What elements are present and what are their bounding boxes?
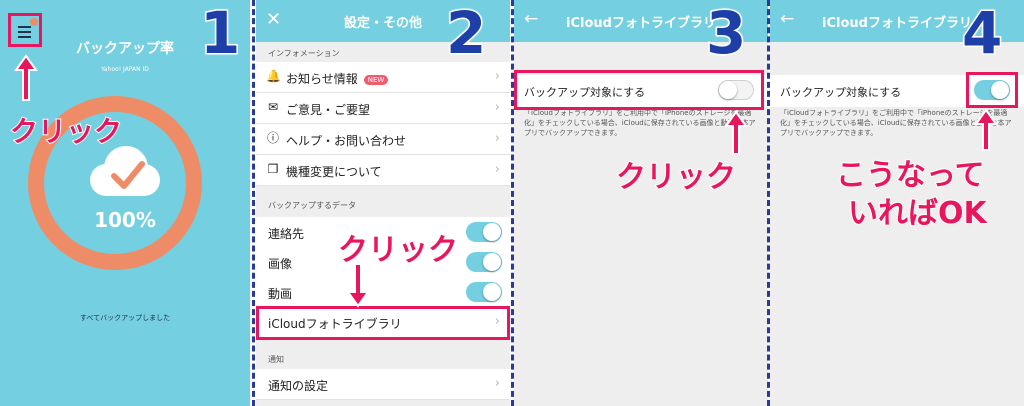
settings-item-news-label: お知らせ情報 NEW	[286, 70, 389, 87]
panel-divider	[767, 0, 770, 406]
settings-item-notifications-label: 通知の設定	[268, 379, 329, 393]
toggle-knob	[483, 223, 501, 241]
chevron-right-icon: ›	[494, 131, 500, 146]
backup-complete-text: すべてバックアップしました	[79, 314, 171, 322]
highlight-toggle-row	[514, 70, 764, 110]
section-header-info: インフォメーション	[268, 49, 340, 58]
panel-divider	[252, 0, 255, 406]
backup-item-videos-label: 動画	[268, 287, 293, 301]
bell-icon: 🔔	[266, 69, 281, 83]
chevron-right-icon: ›	[494, 376, 500, 391]
highlight-toggle-on	[966, 72, 1018, 108]
copy-icon: ❐	[267, 162, 279, 176]
section-header-backup: バックアップするデータ	[268, 201, 356, 210]
arrow-up-icon	[724, 110, 748, 155]
news-label-text: お知らせ情報	[286, 72, 358, 86]
arrow-up-icon	[974, 108, 998, 151]
click-label: クリック	[615, 159, 737, 196]
toggle-knob	[483, 253, 501, 271]
step-number-3: 3	[704, 0, 747, 67]
settings-item-help[interactable]: ⓘ ヘルプ・お問い合わせ ›	[256, 124, 510, 155]
backup-item-contacts-label: 連絡先	[268, 227, 305, 241]
new-badge: NEW	[363, 74, 389, 85]
toggle-knob	[483, 283, 501, 301]
result-label-line2: いればOK	[847, 195, 988, 232]
settings-item-device-change-label: 機種変更について	[286, 165, 382, 179]
videos-toggle[interactable]	[466, 282, 502, 302]
click-label: クリック	[337, 232, 459, 269]
settings-item-notifications[interactable]: 通知の設定 ›	[256, 369, 510, 400]
settings-item-feedback-label: ご意見・ご要望	[286, 103, 371, 117]
panel-divider	[511, 0, 514, 406]
settings-item-feedback[interactable]: ✉ ご意見・ご要望 ›	[256, 93, 510, 124]
contacts-toggle[interactable]	[466, 222, 502, 242]
backup-target-label: バックアップ対象にする	[780, 86, 902, 99]
backup-percent: 100%	[94, 208, 156, 232]
section-header-notify: 通知	[268, 355, 284, 364]
mail-icon: ✉	[267, 100, 279, 114]
arrow-down-icon	[346, 263, 370, 308]
chevron-right-icon: ›	[494, 162, 500, 177]
chevron-right-icon: ›	[494, 69, 500, 84]
click-label: クリック	[9, 114, 123, 149]
settings-item-device-change[interactable]: ❐ 機種変更について ›	[256, 155, 510, 186]
chevron-right-icon: ›	[494, 100, 500, 115]
settings-item-help-label: ヘルプ・お問い合わせ	[286, 134, 407, 148]
highlight-menu-button	[8, 13, 42, 47]
step-number-1: 1	[198, 0, 241, 67]
info-icon: ⓘ	[266, 131, 279, 145]
backup-item-videos: 動画	[256, 277, 510, 308]
highlight-icloud-row	[256, 306, 510, 340]
images-toggle[interactable]	[466, 252, 502, 272]
backup-item-images-label: 画像	[268, 257, 293, 271]
arrow-up-icon	[14, 54, 38, 101]
step-number-2: 2	[444, 0, 487, 67]
step-number-4: 4	[960, 0, 1003, 67]
